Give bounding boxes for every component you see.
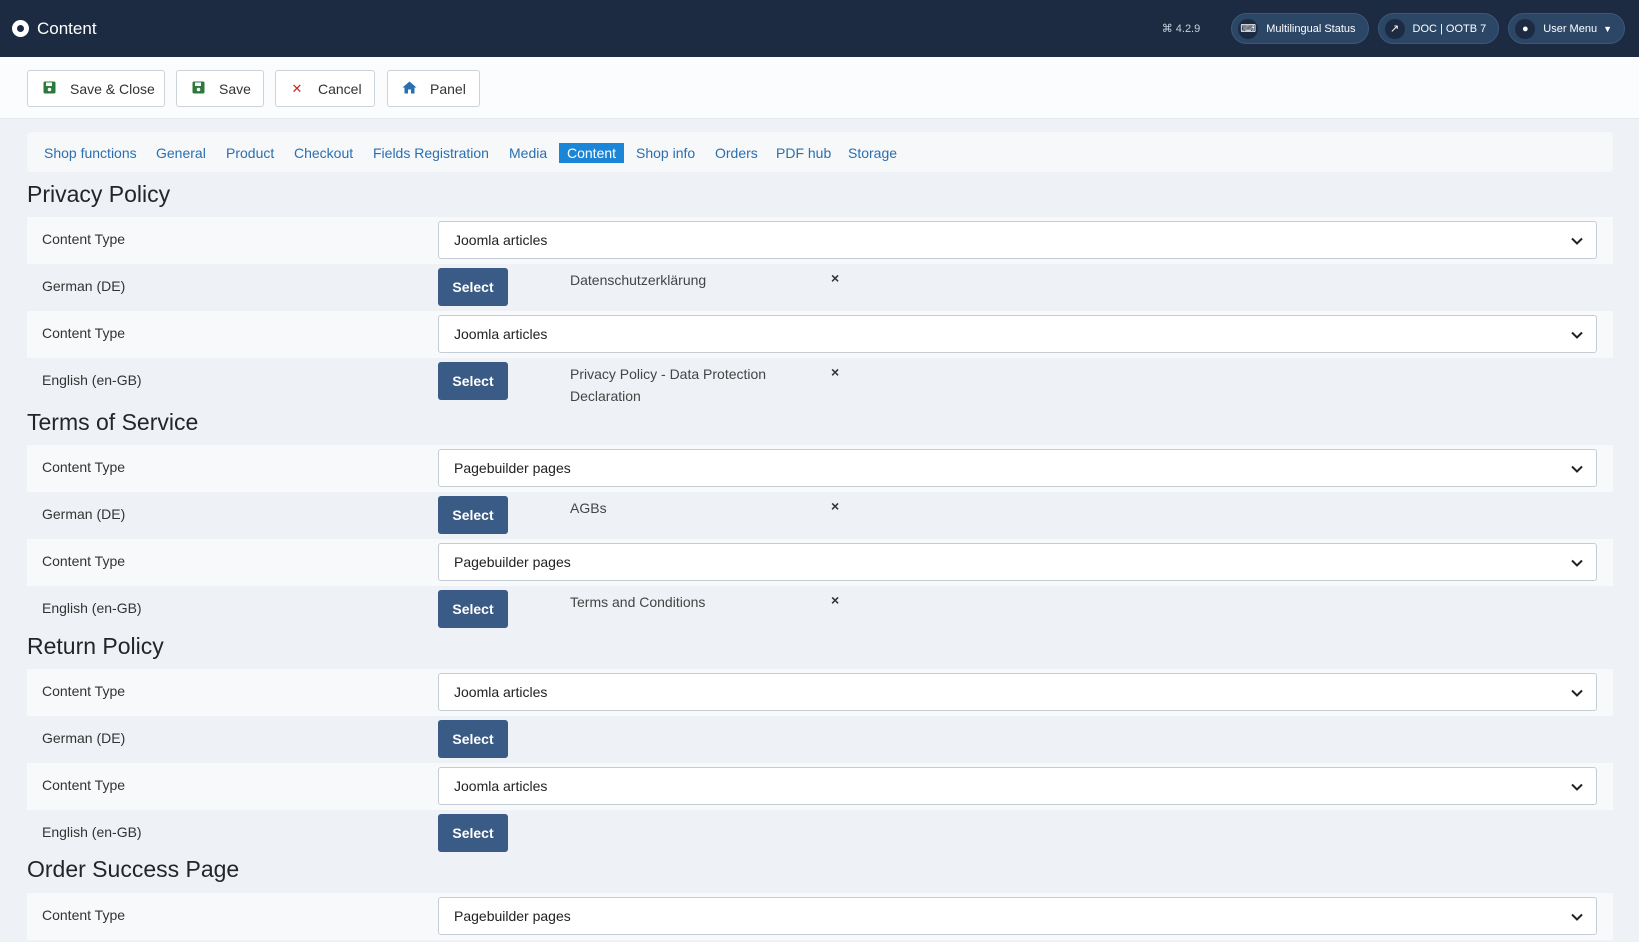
user-icon: ● [1515, 18, 1536, 39]
tab-product[interactable]: Product [226, 143, 274, 163]
select-article-button[interactable]: Select [438, 496, 508, 534]
language-row-de: German (DE) Select Datenschutzerklärung … [27, 264, 1613, 311]
content-type-label: Content Type [42, 907, 126, 923]
chevron-down-icon [1571, 465, 1583, 473]
version-info: ⌘ 4.2.9 [1161, 22, 1201, 36]
chevron-down-icon: ▼ [1603, 23, 1612, 34]
content-type-select[interactable]: Pagebuilder pages [438, 449, 1597, 487]
tab-shop-info[interactable]: Shop info [636, 143, 695, 163]
remove-selection-icon[interactable]: × [831, 364, 839, 380]
remove-selection-icon[interactable]: × [831, 270, 839, 286]
top-header: Content ⌘ 4.2.9 ⌨ Multilingual Status ↗ … [0, 0, 1639, 57]
tab-fields-registration[interactable]: Fields Registration [373, 143, 489, 163]
content-type-row: Content Type Joomla articles [27, 311, 1613, 358]
content-type-select[interactable]: Joomla articles [438, 315, 1597, 353]
content-type-row: Content Type Joomla articles [27, 763, 1613, 810]
content-type-label: Content Type [42, 553, 126, 569]
tab-storage[interactable]: Storage [848, 143, 897, 163]
chevron-down-icon [1571, 331, 1583, 339]
chevron-down-icon [1571, 559, 1583, 567]
select-article-button[interactable]: Select [438, 814, 508, 852]
chevron-down-icon [1571, 237, 1583, 245]
remove-selection-icon[interactable]: × [831, 592, 839, 608]
home-icon [402, 81, 417, 97]
toolbar: Save & Close Save ✕ Cancel Panel [0, 57, 1639, 119]
content-type-label: Content Type [42, 459, 126, 475]
select-article-button[interactable]: Select [438, 268, 508, 306]
chevron-down-icon [1571, 689, 1583, 697]
select-article-button[interactable]: Select [438, 590, 508, 628]
content-type-row: Content Type Pagebuilder pages [27, 893, 1613, 940]
tab-pdf-hub[interactable]: PDF hub [776, 143, 831, 163]
content-type-row: Content Type Pagebuilder pages [27, 539, 1613, 586]
content-type-row: Content Type Pagebuilder pages [27, 445, 1613, 492]
language-row-en: English (en-GB) Select [27, 810, 1613, 857]
content-type-select[interactable]: Joomla articles [438, 767, 1597, 805]
selected-article: Terms and Conditions [570, 594, 706, 610]
language-label: English (en-GB) [42, 372, 142, 388]
content-type-select[interactable]: Pagebuilder pages [438, 543, 1597, 581]
language-label: German (DE) [42, 506, 126, 522]
language-row-en: English (en-GB) Select Terms and Conditi… [27, 586, 1613, 633]
content-type-label: Content Type [42, 325, 126, 341]
select-article-button[interactable]: Select [438, 362, 508, 400]
joomla-logo-icon [12, 20, 29, 37]
content-type-row: Content Type Joomla articles [27, 217, 1613, 264]
chevron-down-icon [1571, 783, 1583, 791]
section-title-privacy-policy: Privacy Policy [27, 181, 171, 207]
language-row-en: English (en-GB) Select Privacy Policy - … [27, 358, 1613, 406]
section-title-return-policy: Return Policy [27, 633, 164, 659]
section-title-order-success-page: Order Success Page [27, 856, 240, 882]
content-type-label: Content Type [42, 231, 126, 247]
language-label: English (en-GB) [42, 600, 142, 616]
save-button[interactable]: Save [176, 70, 264, 107]
language-row-de: German (DE) Select AGBs × [27, 492, 1613, 539]
content-type-label: Content Type [42, 683, 126, 699]
multilingual-status-button[interactable]: ⌨ Multilingual Status [1231, 13, 1369, 44]
selected-article: Privacy Policy - Data Protection Declara… [570, 366, 767, 404]
chevron-down-icon [1571, 913, 1583, 921]
save-close-button[interactable]: Save & Close [27, 70, 165, 107]
content-type-row: Content Type Joomla articles [27, 669, 1613, 716]
content-type-select[interactable]: Joomla articles [438, 673, 1597, 711]
remove-selection-icon[interactable]: × [831, 498, 839, 514]
tab-shop-functions[interactable]: Shop functions [44, 143, 137, 163]
joomla-icon: ⌘ [1161, 23, 1173, 35]
content-type-label: Content Type [42, 777, 126, 793]
selected-article: Datenschutzerklärung [570, 272, 707, 288]
tab-checkout[interactable]: Checkout [294, 143, 353, 163]
tab-general[interactable]: General [156, 143, 206, 163]
tab-media[interactable]: Media [509, 143, 547, 163]
content-type-select[interactable]: Joomla articles [438, 221, 1597, 259]
selected-article: AGBs [570, 500, 607, 516]
external-link-icon: ↗ [1384, 18, 1405, 39]
language-label: German (DE) [42, 730, 126, 746]
page-title: Content [37, 18, 97, 38]
doc-site-button[interactable]: ↗ DOC | OOTB 7 [1377, 13, 1500, 44]
close-icon: ✕ [291, 80, 303, 96]
section-title-terms-of-service: Terms of Service [27, 409, 199, 435]
cancel-button[interactable]: ✕ Cancel [275, 70, 375, 107]
language-label: English (en-GB) [42, 824, 142, 840]
language-label: German (DE) [42, 278, 126, 294]
language-row-de: German (DE) Select [27, 716, 1613, 763]
user-menu-button[interactable]: ● User Menu ▼ [1508, 13, 1625, 44]
tab-orders[interactable]: Orders [715, 143, 758, 163]
select-article-button[interactable]: Select [438, 720, 508, 758]
language-icon: ⌨ [1238, 18, 1259, 39]
panel-button[interactable]: Panel [387, 70, 480, 107]
save-icon [42, 81, 56, 97]
save-icon [191, 81, 205, 97]
settings-tabs: Shop functions General Product Checkout … [27, 132, 1613, 172]
content-type-select[interactable]: Pagebuilder pages [438, 897, 1597, 935]
tab-content[interactable]: Content [559, 143, 625, 163]
